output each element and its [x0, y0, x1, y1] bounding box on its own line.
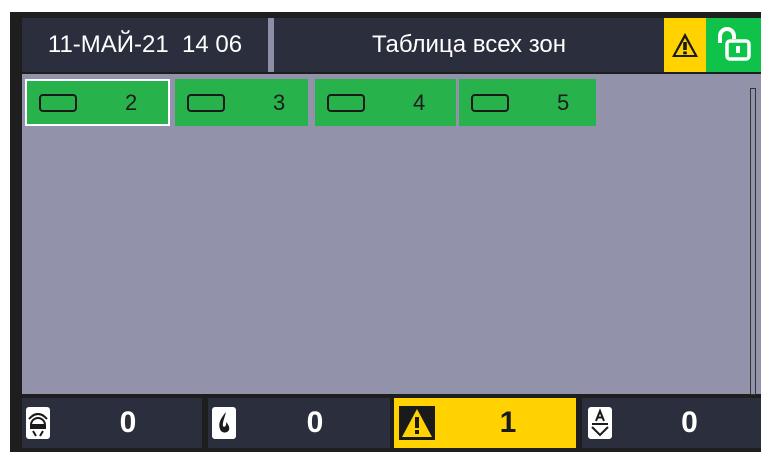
zone-table: 2 3 4 5 — [22, 74, 761, 394]
fire-counter-value: 0 — [119, 406, 137, 439]
page-title: Таблица всех зон — [274, 18, 664, 72]
disabled-counter-icon-cell — [582, 398, 618, 448]
warning-icon — [672, 33, 698, 57]
warning-counter-icon-cell — [394, 398, 440, 448]
page-title-text: Таблица всех зон — [371, 31, 567, 58]
flame-counter-icon-cell — [208, 398, 240, 448]
warning-status[interactable] — [664, 18, 706, 72]
warning-counter[interactable]: 1 — [440, 398, 576, 448]
zone-indicator-icon — [327, 93, 365, 112]
disabled-counter[interactable]: 0 — [618, 398, 761, 448]
zone-tile-2[interactable]: 2 — [25, 79, 170, 126]
warning-counter-value: 1 — [499, 406, 517, 439]
disabled-counter-value: 0 — [681, 406, 698, 439]
datetime-text: 11-МАЙ-21 14 06 — [47, 31, 243, 58]
control-panel: 11-МАЙ-21 14 06 Таблица всех зон 2 3 4 5… — [10, 12, 761, 452]
warning-icon — [399, 406, 435, 440]
zone-indicator-icon — [39, 93, 77, 112]
zone-tile-5[interactable]: 5 — [459, 79, 596, 126]
fire-counter-icon-cell — [22, 398, 54, 448]
flame-icon — [212, 407, 236, 439]
zone-indicator-icon — [187, 93, 225, 112]
zone-indicator-icon — [471, 93, 509, 112]
zone-tile-4[interactable]: 4 — [315, 79, 456, 126]
fire-counter[interactable]: 0 — [54, 398, 202, 448]
zone-number: 4 — [413, 89, 426, 115]
zone-tile-3[interactable]: 3 — [175, 79, 308, 126]
scrollbar[interactable] — [750, 88, 756, 395]
zone-number: 3 — [273, 89, 286, 115]
flame-counter[interactable]: 0 — [240, 398, 390, 448]
zone-number: 5 — [557, 89, 570, 115]
datetime-display: 11-МАЙ-21 14 06 — [22, 18, 268, 72]
zone-number: 2 — [125, 89, 138, 115]
fire-alarm-icon — [26, 407, 50, 439]
access-level-indicator[interactable] — [706, 18, 761, 72]
disabled-icon — [588, 407, 612, 439]
flame-counter-value: 0 — [306, 406, 324, 439]
unlock-icon — [717, 27, 751, 61]
